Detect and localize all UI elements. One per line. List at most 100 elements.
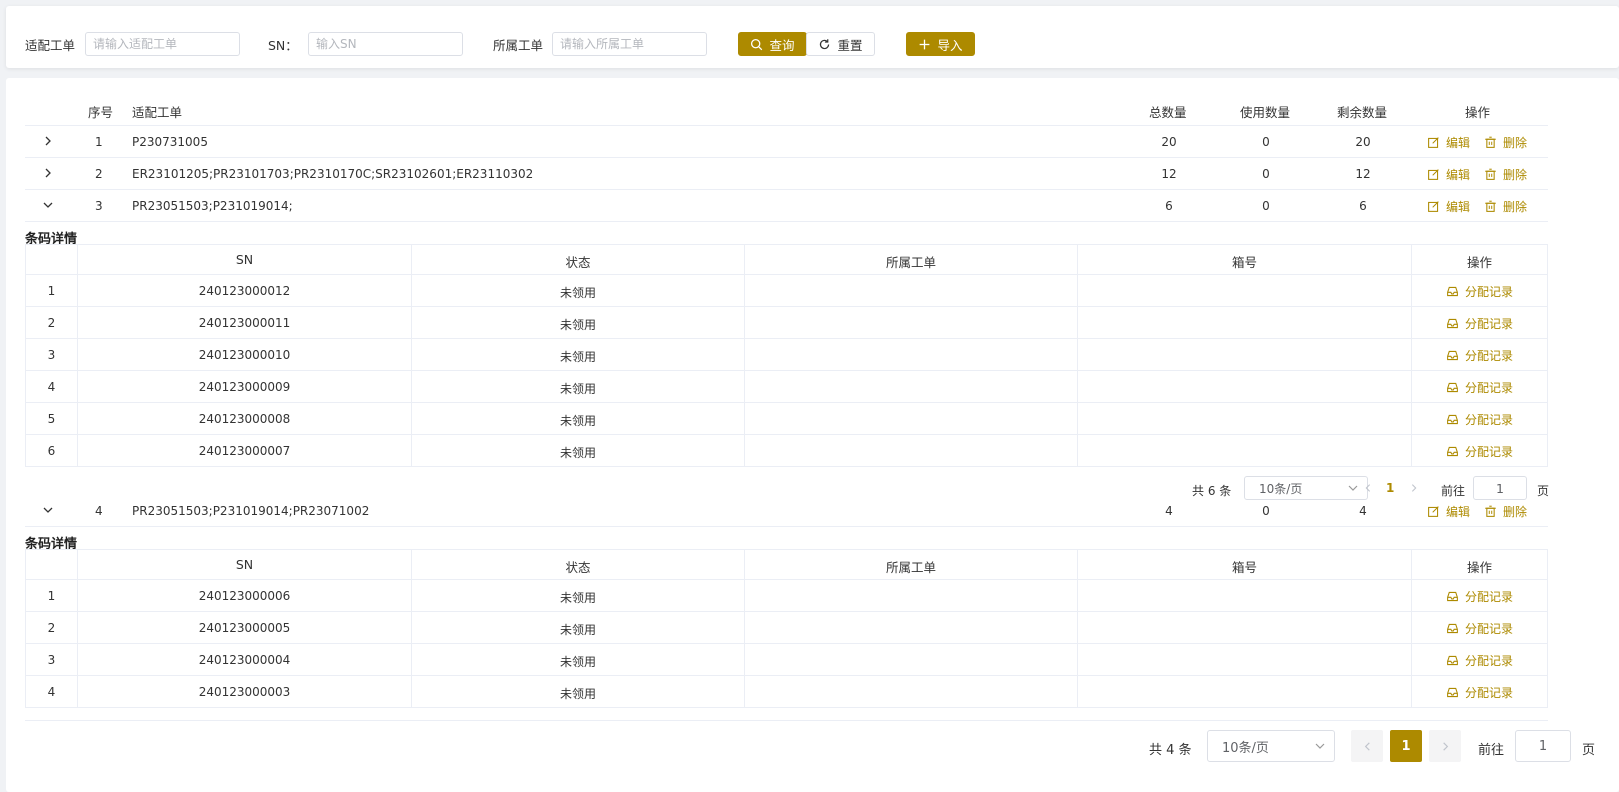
detail-header-box: 箱号 (1231, 255, 1257, 270)
prev-page-button[interactable] (1351, 730, 1383, 762)
allocation-record-button[interactable]: 分配记录 (1446, 684, 1513, 701)
table-row-status: 未领用 (559, 350, 596, 364)
row-1-index: 1 (95, 135, 103, 149)
inbox-icon (1447, 591, 1458, 602)
row-3-remaining: 6 (1359, 199, 1367, 213)
row-2-delete-button[interactable]: 删除 (1484, 166, 1527, 183)
goto-label: 前往 (1441, 484, 1466, 498)
col-header-remaining: 剩余数量 (1337, 105, 1388, 120)
refresh-icon (820, 38, 830, 49)
chevron-left-icon (1364, 741, 1370, 751)
detail-header-box: 箱号 (1231, 560, 1257, 575)
sn-label: SN： (268, 38, 298, 53)
row-2-used: 0 (1262, 167, 1270, 181)
inbox-icon (1447, 446, 1458, 457)
table-row-status: 未领用 (559, 318, 596, 332)
row-4-edit-button[interactable]: 编辑 (1427, 503, 1470, 520)
prev-page-button[interactable] (1360, 478, 1376, 498)
chevron-down-icon[interactable] (42, 199, 54, 211)
row-2-remaining: 12 (1355, 167, 1371, 181)
allocation-record-button[interactable]: 分配记录 (1446, 443, 1513, 460)
chevron-right-icon[interactable] (42, 135, 54, 147)
row-2-edit-button[interactable]: 编辑 (1427, 166, 1470, 183)
row-1-order: P230731005 (132, 135, 208, 149)
allocation-record-button[interactable]: 分配记录 (1446, 347, 1513, 364)
table-row-sn: 240123000007 (198, 444, 291, 458)
table-row-status: 未领用 (559, 286, 596, 300)
trash-icon (1485, 168, 1496, 180)
allocation-record-button[interactable]: 分配记录 (1446, 283, 1513, 300)
inbox-icon (1447, 623, 1458, 634)
allocation-record-button[interactable]: 分配记录 (1446, 411, 1513, 428)
row-4-delete-button[interactable]: 删除 (1484, 503, 1527, 520)
table-row-index: 3 (47, 348, 56, 362)
allocation-record-button[interactable]: 分配记录 (1446, 588, 1513, 605)
edit-icon (1428, 506, 1439, 517)
table-row-index: 3 (47, 653, 56, 667)
current-page-button[interactable]: 1 (1390, 730, 1422, 762)
chevron-right-icon[interactable] (42, 167, 54, 179)
row-3-edit-button[interactable]: 编辑 (1427, 198, 1470, 215)
row-1-delete-button[interactable]: 删除 (1484, 134, 1527, 151)
page-size-select[interactable]: 10条/页 (1207, 730, 1335, 762)
detail-header-sn: SN (235, 557, 254, 572)
chevron-down-icon[interactable] (42, 504, 54, 516)
allocation-record-button[interactable]: 分配记录 (1446, 620, 1513, 637)
adapt-order-label: 适配工单 (25, 38, 76, 53)
chevron-down-icon (1315, 743, 1325, 749)
edit-icon (1428, 201, 1439, 212)
page-size-select[interactable]: 10条/页 (1244, 476, 1368, 500)
reset-label: 重置 (837, 37, 863, 53)
row-1-edit-button[interactable]: 编辑 (1427, 134, 1470, 151)
allocation-record-button[interactable]: 分配记录 (1446, 315, 1513, 332)
table-row-status: 未领用 (559, 446, 596, 460)
adapt-order-input[interactable] (85, 32, 240, 56)
row-1-total: 20 (1161, 135, 1177, 149)
col-header-used: 使用数量 (1240, 105, 1291, 120)
trash-icon (1485, 505, 1496, 517)
row-1-used: 0 (1262, 135, 1270, 149)
allocation-record-button[interactable]: 分配记录 (1446, 652, 1513, 669)
goto-page-input[interactable] (1473, 476, 1527, 500)
owner-order-label: 所属工单 (493, 38, 544, 53)
row-3-delete-button[interactable]: 删除 (1484, 198, 1527, 215)
chevron-down-icon (1348, 485, 1358, 491)
inbox-icon (1447, 414, 1458, 425)
current-page[interactable]: 1 (1386, 481, 1394, 495)
table-row-index: 6 (47, 444, 56, 458)
row-3-used: 0 (1262, 199, 1270, 213)
table-row-sn: 240123000008 (198, 412, 291, 426)
row-3-index: 3 (95, 199, 103, 213)
row-2-order: ER23101205;PR23101703;PR2310170C;SR23102… (132, 167, 534, 181)
import-button[interactable]: 导入 (906, 32, 975, 56)
sn-input[interactable] (308, 32, 463, 56)
table-row-status: 未领用 (559, 591, 596, 605)
detail-header-status: 状态 (565, 255, 591, 270)
table-row-status: 未领用 (559, 687, 596, 701)
row-1-remaining: 20 (1355, 135, 1371, 149)
plus-icon (920, 39, 930, 49)
detail-header-sn: SN (235, 252, 254, 267)
table-row-index: 2 (47, 316, 56, 330)
pager-total: 共 4 条 (1149, 743, 1192, 758)
chevron-left-icon (1365, 484, 1371, 492)
next-page-button[interactable] (1406, 478, 1422, 498)
reset-button[interactable]: 重置 (806, 32, 875, 56)
chevron-right-icon (1442, 741, 1448, 751)
row-2-index: 2 (95, 167, 103, 181)
detail-header-status: 状态 (565, 560, 591, 575)
next-page-button[interactable] (1429, 730, 1461, 762)
allocation-record-button[interactable]: 分配记录 (1446, 379, 1513, 396)
table-row-sn: 240123000006 (198, 589, 291, 603)
col-header-index: 序号 (88, 105, 114, 120)
table-row-index: 5 (47, 412, 56, 426)
table-row-status: 未领用 (559, 655, 596, 669)
query-button[interactable]: 查询 (738, 32, 807, 56)
trash-icon (1485, 200, 1496, 212)
col-header-total: 总数量 (1149, 105, 1187, 120)
goto-page-input[interactable] (1515, 730, 1571, 762)
owner-order-input[interactable] (552, 32, 707, 56)
search-panel: 适配工单 SN： 所属工单 查询 重置 导入 (6, 6, 1619, 68)
pager-total: 共 6 条 (1192, 484, 1232, 498)
row-4-order: PR23051503;P231019014;PR23071002 (132, 504, 370, 518)
